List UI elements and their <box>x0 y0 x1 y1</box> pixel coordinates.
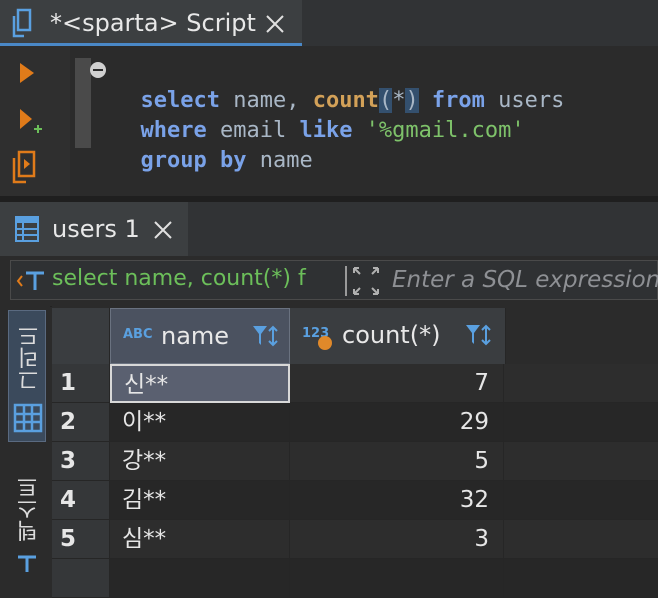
script-file-icon <box>10 8 36 38</box>
filter-history-icon[interactable] <box>16 268 48 294</box>
column-header-count[interactable]: 123 count(*) <box>290 308 506 364</box>
cell-empty <box>504 364 658 403</box>
table-row[interactable]: 1 신** 7 <box>52 364 658 403</box>
column-header-label: name <box>161 322 230 350</box>
execute-icon[interactable] <box>16 60 38 86</box>
grid-corner <box>52 308 110 364</box>
collapse-icon[interactable] <box>89 61 107 79</box>
table-row[interactable]: 5 심** 3 <box>52 520 658 559</box>
cell-empty <box>504 442 658 481</box>
keyword-group: group <box>140 148 207 173</box>
cell-name[interactable]: 신** <box>110 364 290 403</box>
results-tab[interactable]: users 1 <box>0 202 188 256</box>
cell-empty <box>504 403 658 442</box>
cell-count[interactable] <box>290 559 504 598</box>
cell-empty <box>504 481 658 520</box>
code-line-3: group by name <box>114 116 313 176</box>
filter-icon[interactable] <box>251 323 283 351</box>
text-icon <box>16 554 38 572</box>
execute-new-tab-icon[interactable] <box>16 106 46 136</box>
cell-count[interactable]: 5 <box>290 442 504 481</box>
execute-script-icon[interactable] <box>10 150 40 184</box>
cell-count[interactable]: 3 <box>290 520 504 559</box>
filter-query-text: select name, count(*) f <box>52 266 306 291</box>
expand-icon[interactable] <box>344 264 380 298</box>
editor-toolbar <box>0 46 70 196</box>
cell-count[interactable]: 7 <box>290 364 504 403</box>
cell-empty <box>504 559 658 598</box>
row-number[interactable]: 5 <box>52 520 110 559</box>
cell-empty <box>504 520 658 559</box>
grid-icon <box>13 403 43 433</box>
side-tab-grid-label: 그리드 <box>18 325 43 391</box>
table-row[interactable]: 3 강** 5 <box>52 442 658 481</box>
row-number[interactable]: 2 <box>52 403 110 442</box>
column-header-empty <box>506 308 658 364</box>
keyword-by: by <box>206 148 247 173</box>
table-row[interactable]: 2 이** 29 <box>52 403 658 442</box>
side-tab-text-label: 텍스트 <box>17 476 42 542</box>
cell-count[interactable]: 32 <box>290 481 504 520</box>
table-row[interactable]: 4 김** 32 <box>52 481 658 520</box>
column-header-name[interactable]: ABC name <box>110 308 290 364</box>
row-number[interactable] <box>52 559 110 598</box>
column-header-label: count(*) <box>342 321 441 349</box>
table-row[interactable] <box>52 559 658 598</box>
row-number[interactable]: 4 <box>52 481 110 520</box>
column-type-badge: ABC <box>123 327 153 342</box>
side-tab-grid[interactable]: 그리드 <box>8 310 46 442</box>
editor-tab[interactable]: *<sparta> Script <box>0 0 302 46</box>
close-icon[interactable] <box>264 13 286 35</box>
cell-name[interactable]: 이** <box>110 403 290 442</box>
side-tab-text[interactable]: 텍스트 <box>8 468 46 572</box>
cell-name[interactable]: 김** <box>110 481 290 520</box>
editor-tab-title: *<sparta> Script <box>50 9 256 37</box>
string-literal: '%gmail.com' <box>352 118 525 143</box>
code-text: name <box>246 148 313 173</box>
cell-count[interactable]: 29 <box>290 403 504 442</box>
row-number[interactable]: 3 <box>52 442 110 481</box>
row-number[interactable]: 1 <box>52 364 110 403</box>
aggregate-dot-icon <box>318 336 332 350</box>
cell-name[interactable]: 강** <box>110 442 290 481</box>
results-tab-title: users 1 <box>52 215 140 243</box>
close-icon[interactable] <box>152 219 174 241</box>
cell-name[interactable] <box>110 559 290 598</box>
filter-expression-input[interactable] <box>392 262 658 298</box>
table-icon <box>14 215 40 243</box>
editor-tab-bar-empty <box>302 0 658 46</box>
cell-name[interactable]: 심** <box>110 520 290 559</box>
filter-icon[interactable] <box>464 322 496 350</box>
